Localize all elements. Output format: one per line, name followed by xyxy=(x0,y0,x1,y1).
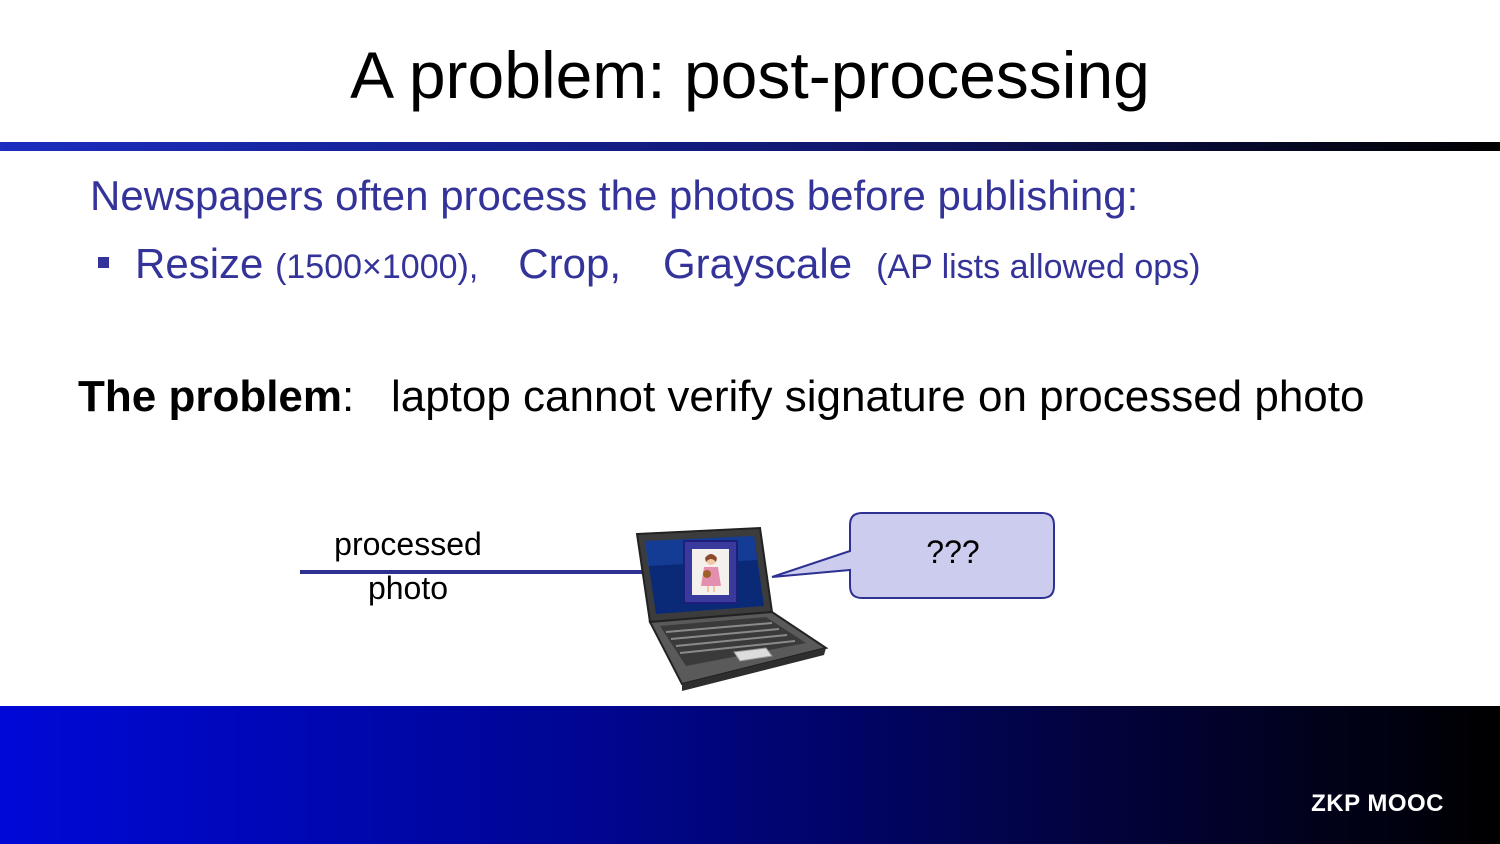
bullet-grayscale: Grayscale xyxy=(663,240,853,287)
problem-label: The problem xyxy=(78,372,343,421)
square-bullet-icon xyxy=(98,257,109,268)
title-rule xyxy=(0,142,1500,151)
arrow-label-line1: processed xyxy=(334,526,482,562)
problem-colon: : xyxy=(342,372,355,421)
problem-statement: The problem: laptop cannot verify signat… xyxy=(78,372,1364,422)
footer-bar: ZKP MOOC xyxy=(0,706,1500,844)
footer-tag: ZKP MOOC xyxy=(1311,790,1444,817)
bullet-resize: Resize xyxy=(135,240,264,287)
bullet-item: Resize (1500×1000), Crop, Grayscale (AP lis… xyxy=(98,240,1200,288)
problem-text: laptop cannot verify signature on proces… xyxy=(390,372,1365,421)
arrow-label-line2: photo xyxy=(367,570,449,606)
bullet-crop: Crop, xyxy=(518,240,621,287)
slide-title: A problem: post-processing xyxy=(350,38,1150,112)
bubble-text: ??? xyxy=(926,534,980,570)
diagram xyxy=(300,512,1055,691)
photo-icon xyxy=(683,540,738,604)
bullet-ap-note: (AP lists allowed ops) xyxy=(876,248,1201,286)
lead-text: Newspapers often process the photos befo… xyxy=(90,172,1139,219)
bullet-resize-note: (1500×1000), xyxy=(275,248,479,286)
